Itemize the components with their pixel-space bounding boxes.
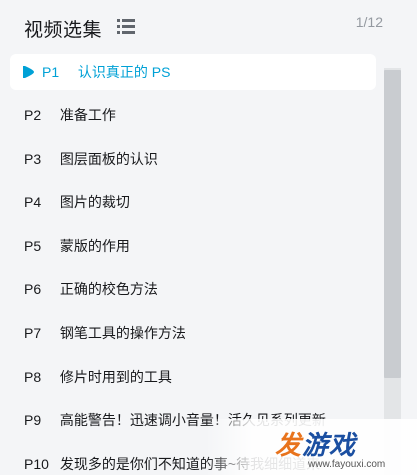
episode-item-p2[interactable]: P2 准备工作 — [10, 94, 376, 138]
episode-number: P1 — [42, 64, 60, 80]
episode-number: P5 — [24, 237, 42, 254]
episode-title: 认识真正的 PS — [77, 64, 171, 80]
panel-header: 视频选集 1/12 — [0, 0, 417, 52]
site-watermark: 发游戏 www.fayouxi.com — [205, 419, 417, 475]
episode-item-p6[interactable]: P6 正确的校色方法 — [10, 268, 376, 312]
episode-title: 正确的校色方法 — [59, 281, 158, 298]
episode-number: P10 — [24, 455, 49, 472]
episode-number: P3 — [24, 150, 42, 167]
episode-number: P7 — [24, 324, 42, 341]
episode-title: 钢笔工具的操作方法 — [59, 324, 186, 341]
episode-counter: 1/12 — [355, 14, 383, 30]
episode-item-p3[interactable]: P3 图层面板的认识 — [10, 138, 376, 182]
panel-title: 视频选集 — [24, 20, 103, 41]
episode-item-p4[interactable]: P4 图片的裁切 — [10, 181, 376, 225]
episode-title: 图片的裁切 — [59, 194, 130, 211]
episode-number: P9 — [24, 412, 42, 429]
episode-panel: 视频选集 1/12 P1 认识真正的 PS P2 准备工作 P3 图层面板的认识 — [0, 0, 417, 475]
playing-icon — [23, 66, 34, 78]
episode-item-p5[interactable]: P5 蒙版的作用 — [10, 225, 376, 269]
episode-title: 修片时用到的工具 — [59, 368, 172, 385]
watermark-logo: 发游戏 — [275, 430, 357, 460]
episode-item-p1[interactable]: P1 认识真正的 PS — [10, 54, 376, 90]
episode-item-p8[interactable]: P8 修片时用到的工具 — [10, 356, 376, 400]
episode-list: P1 认识真正的 PS P2 准备工作 P3 图层面板的认识 P4 图片的裁切 … — [10, 52, 376, 475]
scrollbar-thumb[interactable] — [384, 70, 401, 378]
episode-number: P4 — [24, 194, 42, 211]
episode-number: P2 — [24, 107, 42, 123]
watermark-url: www.fayouxi.com — [308, 459, 386, 470]
episode-title: 准备工作 — [59, 107, 116, 123]
episode-number: P6 — [24, 281, 42, 298]
episode-title: 蒙版的作用 — [59, 237, 130, 254]
episode-title: 图层面板的认识 — [59, 150, 158, 167]
list-view-icon[interactable] — [117, 19, 135, 34]
episode-number: P8 — [24, 368, 42, 385]
episode-item-p7[interactable]: P7 钢笔工具的操作方法 — [10, 312, 376, 356]
